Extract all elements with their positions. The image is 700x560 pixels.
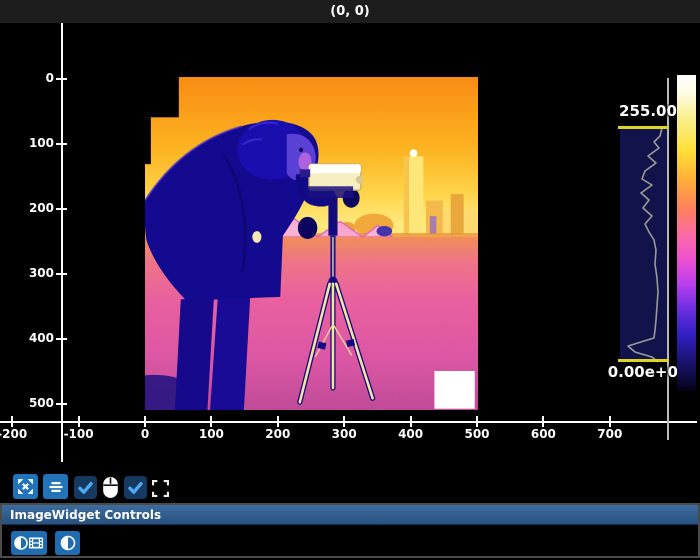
x-tick: [476, 416, 478, 427]
vmax-handle-line[interactable]: [618, 126, 669, 129]
contrast-icon: [60, 535, 76, 551]
x-tick: [542, 416, 544, 427]
mouse-icon: [102, 476, 119, 499]
colorbar: [677, 75, 696, 391]
maintain-aspect-checkbox[interactable]: [124, 476, 147, 499]
reset-vminvmax-movie-button[interactable]: [11, 531, 47, 555]
imagewidget-controls-title: ImageWidget Controls: [10, 508, 161, 522]
x-tick-label: -100: [49, 427, 109, 441]
histogram-curve: [618, 124, 670, 364]
panzoom-checkbox[interactable]: [74, 476, 97, 499]
fullscreen-button[interactable]: [151, 479, 169, 497]
align-center-icon: [48, 479, 64, 495]
x-tick-label: 0: [115, 427, 175, 441]
x-tick: [11, 416, 13, 427]
y-tick: [56, 403, 67, 405]
imagewidget-controls-body: [2, 525, 698, 557]
x-axis-line: [0, 421, 697, 423]
subplot-title-bar: (0, 0): [0, 0, 700, 23]
x-tick-label: 700: [580, 427, 640, 441]
y-tick-label: 100: [4, 136, 54, 150]
y-tick: [56, 208, 67, 210]
x-tick-label: 100: [181, 427, 241, 441]
x-tick-label: 600: [513, 427, 573, 441]
x-tick-label: -200: [0, 427, 42, 441]
x-tick: [343, 416, 345, 427]
image-widget-window: (0, 0) -200 -100 0 100 200 300 400 500 600 700 0 10…: [0, 0, 700, 560]
expand-arrows-icon: [17, 478, 34, 495]
y-tick: [56, 78, 67, 80]
contrast-film-icon: [14, 535, 44, 551]
x-tick: [609, 416, 611, 427]
y-tick: [56, 338, 67, 340]
y-tick-label: 300: [4, 266, 54, 280]
y-tick-label: 200: [4, 201, 54, 215]
mouse-indicator: [100, 475, 120, 500]
x-tick: [78, 416, 80, 427]
vmin-handle-line[interactable]: [618, 359, 669, 362]
camera-image-graphic: [145, 77, 478, 410]
y-tick: [56, 143, 67, 145]
reset-vminvmax-button[interactable]: [55, 531, 80, 555]
checkbox-checked-icon: [77, 479, 94, 496]
x-tick-label: 300: [314, 427, 374, 441]
imagewidget-controls-panel: ImageWidget Controls: [0, 503, 700, 558]
x-tick-label: 400: [381, 427, 441, 441]
x-tick: [410, 416, 412, 427]
camera-image[interactable]: [145, 77, 478, 410]
x-tick: [277, 416, 279, 427]
y-tick: [56, 273, 67, 275]
fullscreen-icon: [152, 480, 169, 497]
y-tick-label: 0: [4, 71, 54, 85]
y-axis-line: [61, 23, 63, 462]
center-button[interactable]: [43, 474, 68, 499]
x-tick: [144, 416, 146, 427]
checkbox-checked-icon: [127, 479, 144, 496]
x-tick-label: 200: [248, 427, 308, 441]
autoscale-button[interactable]: [13, 474, 38, 499]
y-tick-label: 400: [4, 331, 54, 345]
subplot-title: (0, 0): [330, 4, 369, 19]
imagewidget-controls-header[interactable]: ImageWidget Controls: [2, 505, 698, 525]
x-tick-label: 500: [447, 427, 507, 441]
y-tick-label: 500: [4, 396, 54, 410]
x-tick: [210, 416, 212, 427]
